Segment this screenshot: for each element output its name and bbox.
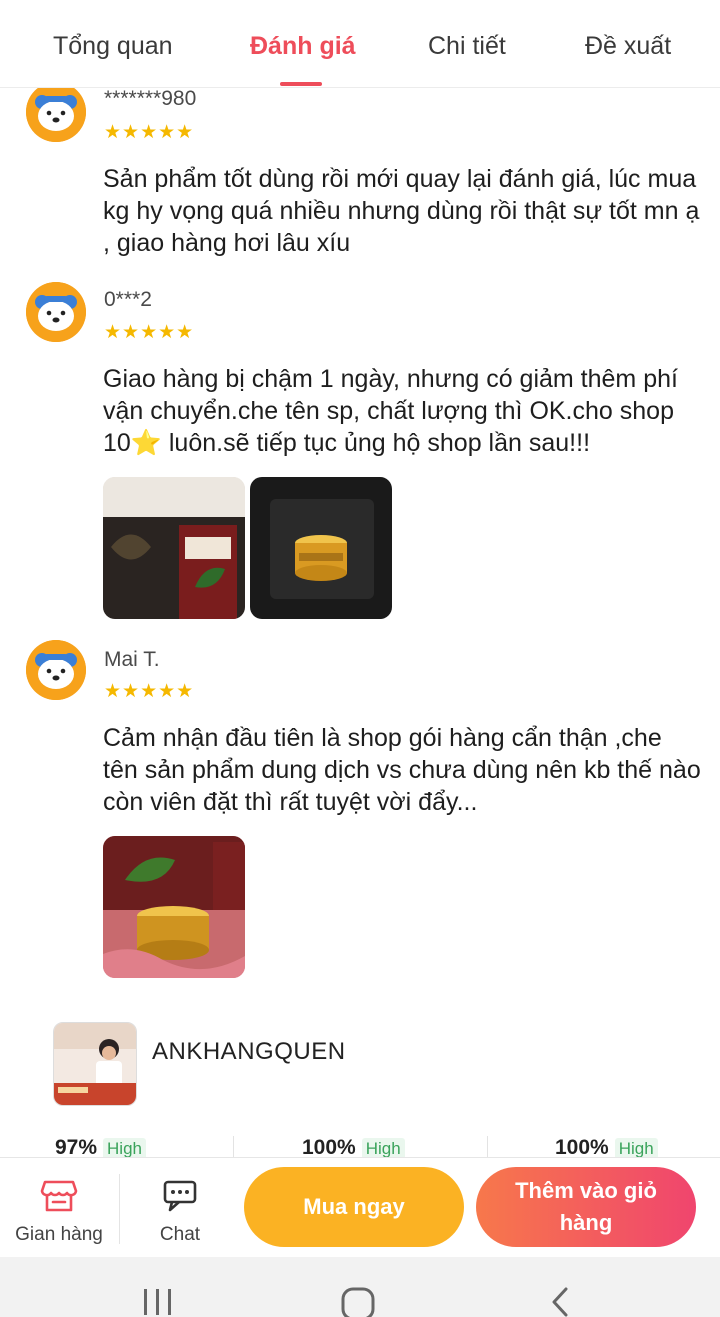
avatar <box>26 282 86 342</box>
bottom-action-bar: Gian hàng Chat Mua ngay Thêm vào giỏ hàn… <box>0 1157 720 1257</box>
store-button[interactable]: Gian hàng <box>0 1158 118 1258</box>
shop-stat: 97% High <box>55 1136 146 1158</box>
review-text: Giao hàng bị chậm 1 ngày, nhưng có giảm … <box>103 365 678 457</box>
stat-divider <box>233 1136 234 1158</box>
reviewer-name: *******980 <box>104 87 197 110</box>
stat-level: High <box>614 1138 658 1158</box>
review-photo[interactable] <box>103 477 245 619</box>
reviewer-name: 0***2 <box>104 288 152 311</box>
reviewer-name: Mai T. <box>104 648 160 671</box>
shop-avatar[interactable] <box>53 1022 137 1106</box>
bear-avatar-icon <box>26 82 86 142</box>
review-text: Cảm nhận đầu tiên là shop gói hàng cẩn t… <box>103 724 701 816</box>
shop-stat: 100% High <box>555 1136 658 1158</box>
stat-value: 100% <box>555 1136 609 1158</box>
store-label: Gian hàng <box>15 1224 103 1245</box>
buy-now-button[interactable]: Mua ngay <box>244 1167 464 1247</box>
bear-avatar-icon <box>26 282 86 342</box>
stat-value: 97% <box>55 1136 98 1158</box>
chat-icon <box>161 1178 199 1214</box>
tab-bar: Tổng quan Đánh giá Chi tiết Đề xuất <box>0 0 720 88</box>
bear-avatar-icon <box>26 640 86 700</box>
tab-reviews[interactable]: Đánh giá <box>250 32 356 61</box>
review-text: Sản phẩm tốt dùng rồi mới quay lại đánh … <box>103 165 700 257</box>
chat-button[interactable]: Chat <box>120 1158 240 1258</box>
stat-level: High <box>361 1138 405 1158</box>
product-photo-icon <box>103 836 245 978</box>
tab-details[interactable]: Chi tiết <box>428 32 506 61</box>
stat-divider <box>487 1136 488 1158</box>
review-photo[interactable] <box>103 836 245 978</box>
system-nav-bar <box>0 1257 720 1317</box>
active-tab-indicator <box>280 82 322 86</box>
shop-stat: 100% High <box>302 1136 405 1158</box>
store-icon <box>40 1178 78 1214</box>
rating-stars: ★★★★★ <box>104 122 195 143</box>
chat-label: Chat <box>159 1224 201 1245</box>
add-to-cart-button[interactable]: Thêm vào giỏ hàng <box>476 1167 696 1247</box>
product-jar-photo-icon <box>250 477 392 619</box>
review-photo[interactable] <box>250 477 392 619</box>
tab-overview[interactable]: Tổng quan <box>53 32 173 61</box>
rating-stars: ★★★★★ <box>104 681 195 702</box>
tab-recommendations[interactable]: Đề xuất <box>585 32 671 61</box>
avatar <box>26 82 86 142</box>
back-icon[interactable] <box>548 1287 572 1317</box>
recent-apps-icon[interactable] <box>142 1287 174 1317</box>
stat-value: 100% <box>302 1136 356 1158</box>
shop-name[interactable]: ANKHANGQUEN <box>152 1038 346 1066</box>
shop-logo-icon <box>54 1023 136 1105</box>
stat-level: High <box>103 1138 146 1158</box>
home-icon[interactable] <box>341 1287 375 1317</box>
product-box-photo-icon <box>103 477 245 619</box>
shop-stats: 97% High 100% High 100% High <box>0 1136 720 1158</box>
rating-stars: ★★★★★ <box>104 322 195 343</box>
avatar <box>26 640 86 700</box>
